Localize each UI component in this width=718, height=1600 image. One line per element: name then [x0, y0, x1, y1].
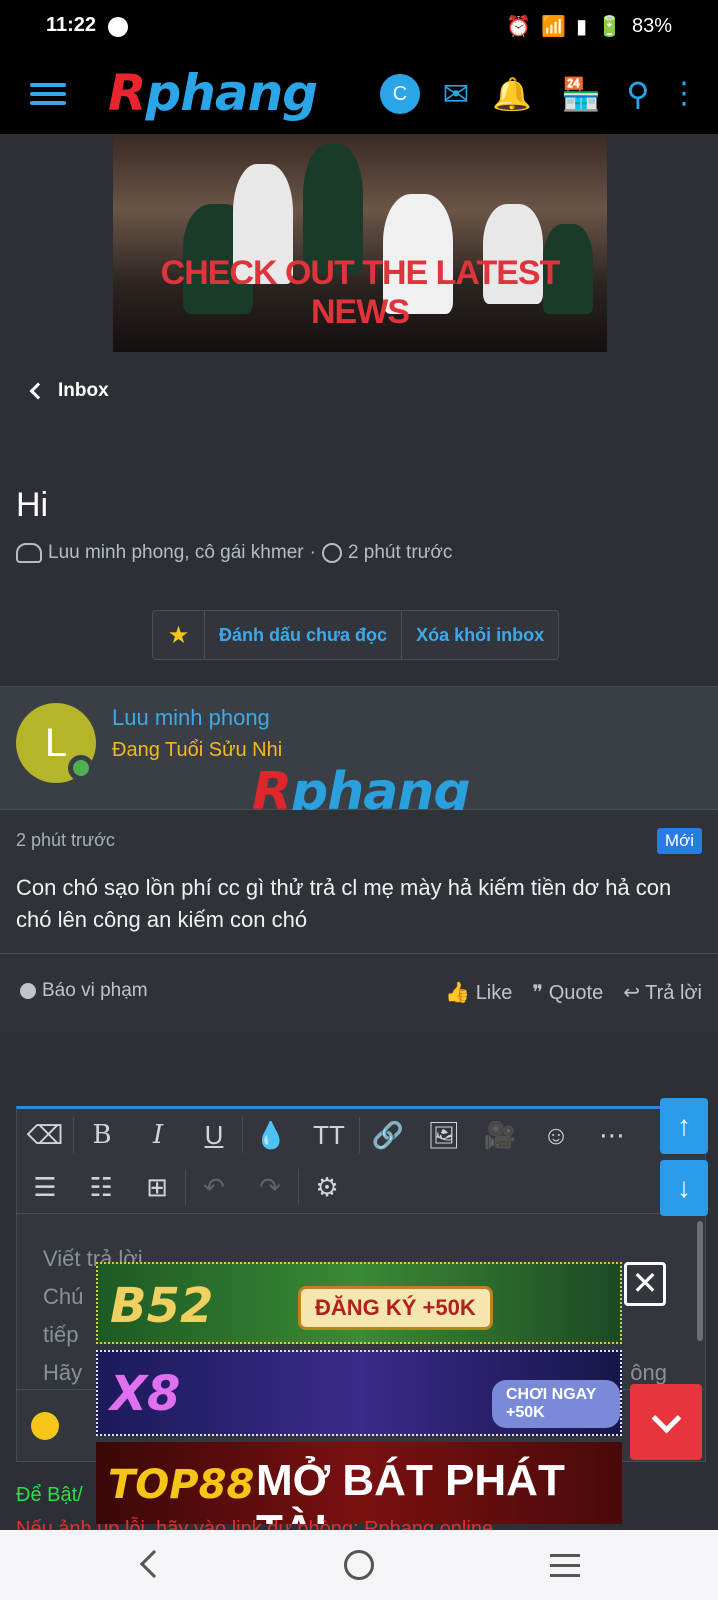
scroll-up-button[interactable]: ↑ — [660, 1098, 708, 1154]
system-nav-bar — [0, 1530, 718, 1600]
ad3-cta: MỞ BÁT PHÁT TÀI — [256, 1456, 565, 1524]
text-size-icon[interactable]: TT — [299, 1109, 359, 1161]
smiley-icon[interactable]: ☺ — [528, 1109, 584, 1161]
online-status-icon — [68, 755, 94, 781]
quote-button[interactable]: ❞ Quote — [532, 980, 603, 1005]
clock-icon — [321, 543, 342, 563]
like-button[interactable]: 👍 Like — [445, 980, 512, 1005]
ad-banner-top88[interactable]: TOP88 MỞ BÁT PHÁT TÀI — [96, 1442, 622, 1524]
signal-icon: ▮ — [576, 16, 588, 38]
author-name[interactable]: Luu minh phong — [112, 705, 270, 731]
reply-label: Trả lời — [645, 982, 702, 1004]
align-icon[interactable]: ☰ — [17, 1161, 73, 1213]
ad-banner-x8[interactable]: X8 CHƠI NGAY +50K — [96, 1350, 622, 1436]
ad1-cta: ĐĂNG KÝ +50K — [298, 1286, 493, 1330]
more-icon[interactable]: ⋮ — [664, 74, 704, 114]
banner-text: CHECK OUT THE LATEST NEWS — [160, 254, 561, 331]
remove-inbox-button[interactable]: Xóa khỏi inbox — [402, 611, 558, 659]
status-icons: ⏰ 📶 ▮ 🔋 83% — [506, 14, 672, 39]
participants[interactable]: Luu minh phong, cô gái khmer — [48, 542, 304, 564]
message-text: Con chó sạo lồn phí cc gì thử trả cl mẹ … — [16, 875, 672, 932]
alert-icon — [20, 983, 36, 999]
quote-icon: ❞ — [532, 982, 544, 1004]
alarm-icon: ⏰ — [506, 16, 532, 38]
inbox-back-link[interactable]: Inbox — [24, 380, 109, 402]
link-icon[interactable]: 🔗 — [360, 1109, 416, 1161]
conversation-time: 2 phút trước — [347, 542, 453, 563]
store-icon[interactable]: 🏪 — [556, 74, 606, 114]
more-options-icon[interactable]: ⋯ — [584, 1109, 640, 1161]
ad3-brand: TOP88 — [108, 1462, 255, 1508]
inbox-label: Inbox — [58, 380, 109, 401]
editor-scrollbar[interactable] — [697, 1221, 703, 1341]
conversation-actions: ★ Đánh dấu chưa đọc Xóa khỏi inbox — [152, 610, 560, 660]
italic-icon[interactable]: I — [130, 1109, 186, 1161]
message-time[interactable]: 2 phút trước — [16, 830, 115, 851]
reply-icon: ↩ — [623, 982, 640, 1004]
redo-icon[interactable]: ↷ — [242, 1161, 298, 1213]
status-time: 11:22 — [46, 14, 97, 36]
ad1-brand: B52 — [110, 1278, 214, 1334]
reply-button[interactable]: ↩ Trả lời — [623, 980, 702, 1005]
new-badge: Mới — [656, 828, 702, 854]
message-body: 2 phút trước Mới Con chó sạo lồn phí cc … — [0, 810, 718, 1032]
conversation-title: Hi — [16, 486, 49, 524]
messenger-icon — [108, 17, 128, 37]
message-actions: 👍 Like ❞ Quote ↩ Trả lời — [445, 980, 702, 1005]
nav-home-icon[interactable] — [344, 1550, 374, 1580]
author-rank: Đang Tuổi Sửu Nhi — [112, 739, 283, 761]
thumbs-up-icon: 👍 — [445, 982, 471, 1004]
star-icon: ★ — [167, 621, 190, 649]
report-link[interactable]: Báo vi phạm — [20, 980, 148, 1002]
users-icon — [16, 543, 42, 563]
ad2-cta: CHƠI NGAY +50K — [492, 1380, 620, 1428]
list-icon[interactable]: ☷ — [73, 1161, 129, 1213]
settings-gear-icon[interactable]: ⚙ — [299, 1161, 355, 1213]
site-logo[interactable]: Rphang — [108, 64, 318, 122]
wifi-icon: 📶 — [541, 16, 567, 38]
status-bar: 11:22 ⏰ 📶 ▮ 🔋 83% — [0, 0, 718, 56]
battery-icon: 🔋 — [597, 16, 622, 38]
underline-icon[interactable]: U — [186, 1109, 242, 1161]
divider — [0, 953, 718, 954]
conversation-meta: Luu minh phong, cô gái khmer · 2 phút tr… — [16, 542, 452, 564]
bold-icon[interactable]: B — [74, 1109, 130, 1161]
like-label: Like — [475, 982, 513, 1004]
scroll-down-button[interactable]: ↓ — [660, 1160, 708, 1216]
chevron-left-icon — [29, 382, 47, 400]
app-header: Rphang C ✉ 🔔 🏪 ⚲ ⋮ — [0, 56, 718, 134]
news-banner[interactable]: CHECK OUT THE LATEST NEWS — [113, 134, 607, 352]
nav-back-icon[interactable] — [139, 1549, 169, 1579]
menu-icon[interactable] — [30, 78, 66, 112]
color-drop-icon[interactable]: 💧 — [243, 1109, 299, 1161]
meta-separator: · — [309, 542, 316, 563]
image-icon[interactable]: 🖼 — [416, 1109, 472, 1161]
quote-label: Quote — [548, 982, 604, 1004]
star-button[interactable]: ★ — [153, 611, 205, 659]
collapse-ads-button[interactable] — [630, 1384, 702, 1460]
report-label: Báo vi phạm — [42, 980, 148, 1001]
close-ad-icon[interactable]: ✕ — [624, 1262, 666, 1306]
battery-percent: 83% — [631, 15, 672, 37]
footer-line-1: Để Bật/ — [16, 1484, 83, 1506]
user-avatar[interactable]: C — [380, 74, 420, 114]
editor-toolbar-row1: ⌫ B I U 💧 TT 🔗 🖼 🎥 ☺ ⋯ — [17, 1109, 707, 1161]
mark-unread-button[interactable]: Đánh dấu chưa đọc — [205, 611, 403, 659]
media-icon[interactable]: 🎥 — [472, 1109, 528, 1161]
bell-icon[interactable]: 🔔 — [492, 74, 532, 114]
ad2-brand: X8 — [110, 1366, 181, 1422]
search-icon[interactable]: ⚲ — [618, 74, 658, 114]
undo-icon[interactable]: ↶ — [186, 1161, 242, 1213]
mail-icon[interactable]: ✉ — [436, 74, 476, 114]
emoji-icon[interactable] — [31, 1412, 59, 1440]
editor-toolbar-row2: ☰ ☷ ⊞ ↶ ↷ ⚙ — [17, 1161, 707, 1213]
placeholder-line-4-text: Hãy — [43, 1360, 83, 1385]
nav-recents-icon[interactable] — [550, 1554, 580, 1584]
eraser-icon[interactable]: ⌫ — [17, 1109, 73, 1161]
table-icon[interactable]: ⊞ — [129, 1161, 185, 1213]
ad-banner-b52[interactable]: B52 ĐĂNG KÝ +50K — [96, 1262, 622, 1344]
